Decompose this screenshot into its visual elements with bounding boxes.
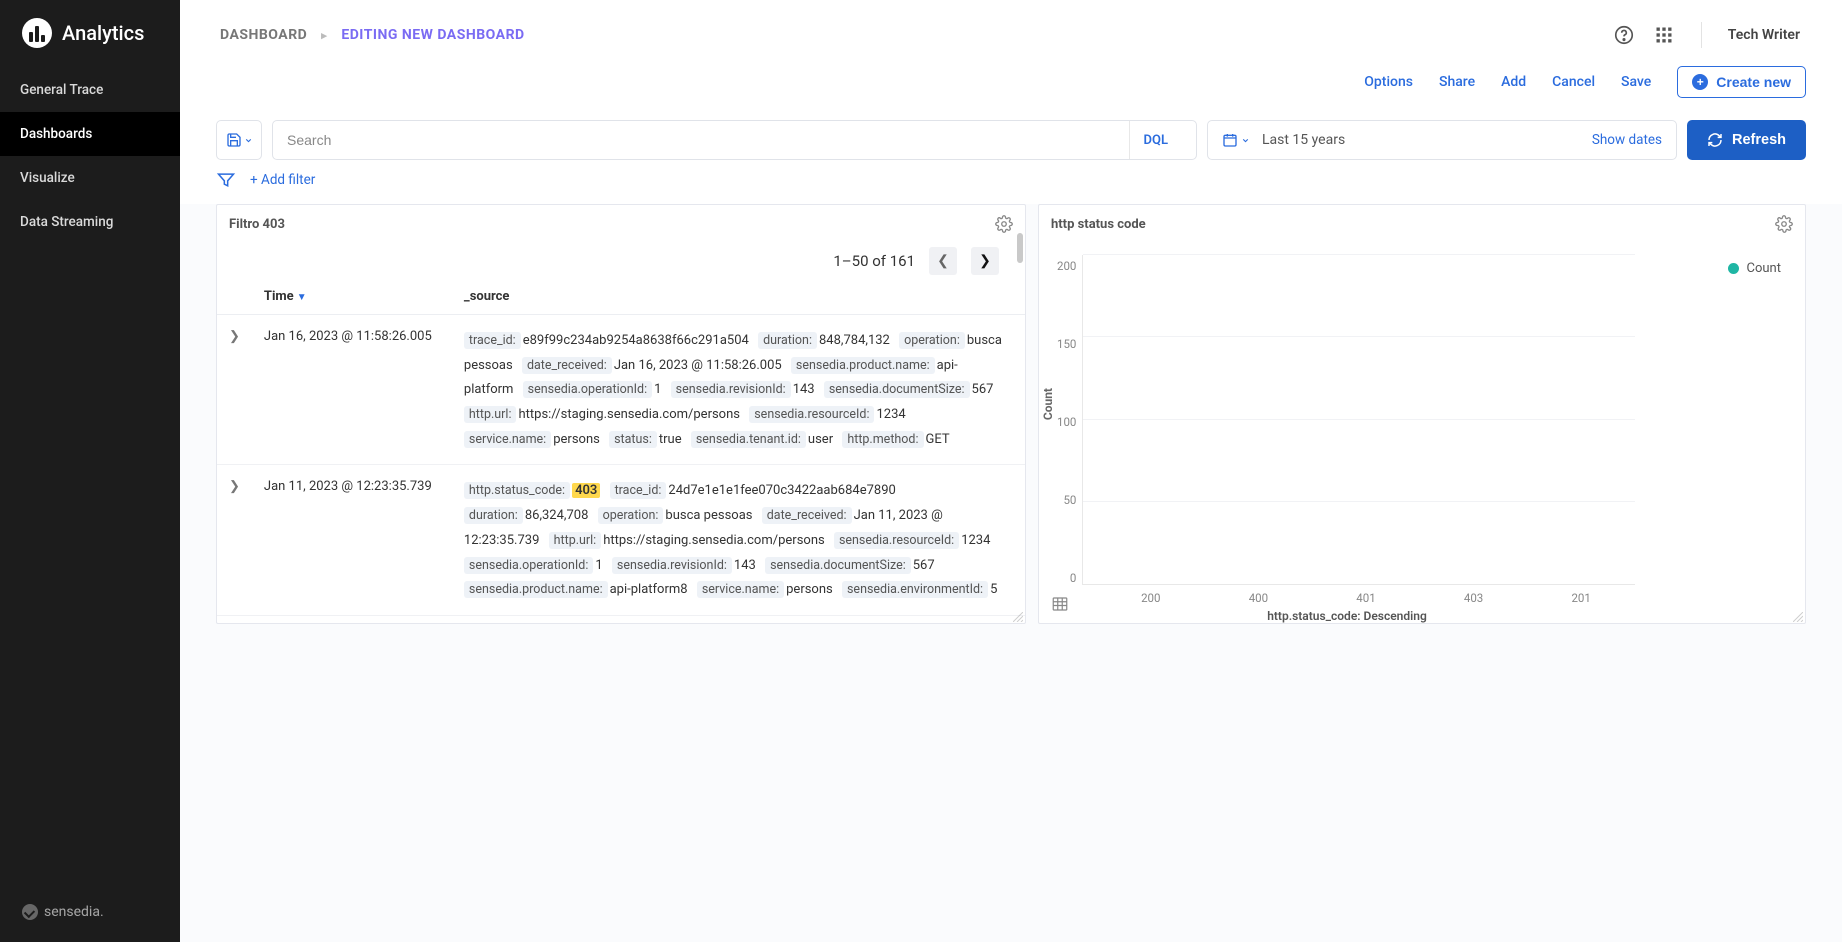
legend: Count	[1728, 261, 1781, 276]
refresh-icon	[1707, 132, 1723, 148]
sidebar-item-visualize[interactable]: Visualize	[0, 156, 180, 200]
search-box: DQL	[272, 120, 1197, 160]
resize-handle-icon[interactable]	[1013, 611, 1023, 621]
time-cell: Jan 11, 2023 @ 12:23:35.739	[252, 465, 452, 615]
sort-desc-icon: ▼	[297, 292, 307, 303]
table-pager: 1–50 of 161 ❮ ❯	[217, 243, 1025, 281]
saved-queries-button[interactable]	[216, 120, 262, 160]
time-cell: Jan 11, 2023 @ 10:37:51.047	[252, 615, 452, 623]
source-cell: trace_id:e89f99c234ab9254a8638f66c291a50…	[452, 315, 1025, 465]
chart: Count 200150100500 Count 200400401403201…	[1039, 243, 1805, 623]
y-axis-title: Count	[1041, 388, 1055, 420]
sidebar-item-general-trace[interactable]: General Trace	[0, 68, 180, 112]
scrollbar[interactable]	[1017, 233, 1023, 597]
calendar-icon	[1222, 132, 1250, 148]
filter-settings-icon[interactable]	[216, 170, 236, 190]
add-filter-link[interactable]: + Add filter	[250, 172, 315, 188]
pager-next-button[interactable]: ❯	[971, 247, 999, 275]
table-row: ❯Jan 11, 2023 @ 10:37:51.047http.status_…	[217, 615, 1025, 623]
brand: Analytics	[0, 0, 180, 68]
x-axis-labels: 200400401403201	[1097, 591, 1635, 605]
time-cell: Jan 16, 2023 @ 11:58:26.005	[252, 315, 452, 465]
analytics-logo-icon	[22, 18, 52, 48]
plot-area	[1082, 255, 1635, 585]
panels-row: Filtro 403 1–50 of 161 ❮ ❯	[180, 204, 1842, 942]
legend-label: Count	[1747, 261, 1781, 276]
panel-filtro-403: Filtro 403 1–50 of 161 ❮ ❯	[216, 204, 1026, 624]
dql-toggle[interactable]: DQL	[1129, 121, 1182, 159]
panel-http-status-code: http status code Count 200150100500 Coun…	[1038, 204, 1806, 624]
sidebar: Analytics General TraceDashboardsVisuali…	[0, 0, 180, 942]
topbar: DASHBOARD ▸ EDITING NEW DASHBOARD Tech W…	[180, 0, 1842, 48]
expand-row-button[interactable]: ❯	[217, 315, 252, 465]
refresh-button[interactable]: Refresh	[1687, 120, 1806, 160]
chevron-right-icon: ▸	[321, 29, 327, 42]
expand-row-button[interactable]: ❯	[217, 465, 252, 615]
add-link[interactable]: Add	[1501, 74, 1526, 90]
create-new-button[interactable]: + Create new	[1677, 66, 1806, 98]
panel-title: http status code	[1051, 217, 1146, 232]
panel-title: Filtro 403	[229, 217, 285, 232]
results-table: Time▼ _source ❯Jan 16, 2023 @ 11:58:26.0…	[217, 281, 1025, 623]
pager-range: 1–50 of 161	[833, 252, 915, 270]
date-range-picker[interactable]: Last 15 years Show dates	[1207, 120, 1677, 160]
brand-name: Analytics	[62, 21, 144, 45]
sidebar-footer: sensedia.	[0, 882, 180, 942]
filterbar: + Add filter	[180, 160, 1842, 204]
show-dates-link[interactable]: Show dates	[1592, 132, 1662, 148]
expand-row-button[interactable]: ❯	[217, 615, 252, 623]
sidebar-nav: General TraceDashboardsVisualizeData Str…	[0, 68, 180, 244]
plus-circle-icon: +	[1692, 74, 1708, 90]
col-source[interactable]: _source	[452, 281, 1025, 315]
create-new-label: Create new	[1716, 74, 1791, 90]
options-link[interactable]: Options	[1364, 74, 1413, 90]
main: DASHBOARD ▸ EDITING NEW DASHBOARD Tech W…	[180, 0, 1842, 942]
x-axis-title: http.status_code: Descending	[1039, 609, 1655, 623]
divider	[1701, 22, 1702, 48]
gear-icon[interactable]	[1775, 215, 1793, 233]
pager-prev-button[interactable]: ❮	[929, 247, 957, 275]
sidebar-item-dashboards[interactable]: Dashboards	[0, 112, 180, 156]
apps-grid-icon[interactable]	[1653, 24, 1675, 46]
y-axis: 200150100500	[1057, 255, 1082, 613]
date-range-text: Last 15 years	[1262, 132, 1345, 148]
source-cell: http.status_code:403 trace_id:24d7e1e1e1…	[452, 465, 1025, 615]
legend-color-icon	[1728, 263, 1739, 274]
refresh-label: Refresh	[1732, 132, 1786, 148]
footer-brand: sensedia.	[44, 904, 104, 920]
table-row: ❯Jan 16, 2023 @ 11:58:26.005trace_id:e89…	[217, 315, 1025, 465]
sidebar-item-data-streaming[interactable]: Data Streaming	[0, 200, 180, 244]
gear-icon[interactable]	[995, 215, 1013, 233]
breadcrumb-current: EDITING NEW DASHBOARD	[341, 27, 524, 43]
data-table-icon[interactable]	[1051, 595, 1071, 615]
source-cell: http.status_code:403 trace_id:d554945720…	[452, 615, 1025, 623]
querybar: DQL Last 15 years Show dates Refresh	[180, 114, 1842, 160]
search-input[interactable]	[287, 132, 1129, 148]
save-link[interactable]: Save	[1621, 74, 1651, 90]
help-icon[interactable]	[1613, 24, 1635, 46]
share-link[interactable]: Share	[1439, 74, 1475, 90]
breadcrumb-root[interactable]: DASHBOARD	[220, 27, 307, 43]
breadcrumb: DASHBOARD ▸ EDITING NEW DASHBOARD	[220, 27, 525, 43]
actionbar: Options Share Add Cancel Save + Create n…	[180, 48, 1842, 114]
resize-handle-icon[interactable]	[1793, 611, 1803, 621]
user-name[interactable]: Tech Writer	[1728, 27, 1806, 43]
table-row: ❯Jan 11, 2023 @ 12:23:35.739http.status_…	[217, 465, 1025, 615]
col-time[interactable]: Time▼	[252, 281, 452, 315]
sensedia-icon	[22, 904, 38, 920]
cancel-link[interactable]: Cancel	[1552, 74, 1595, 90]
